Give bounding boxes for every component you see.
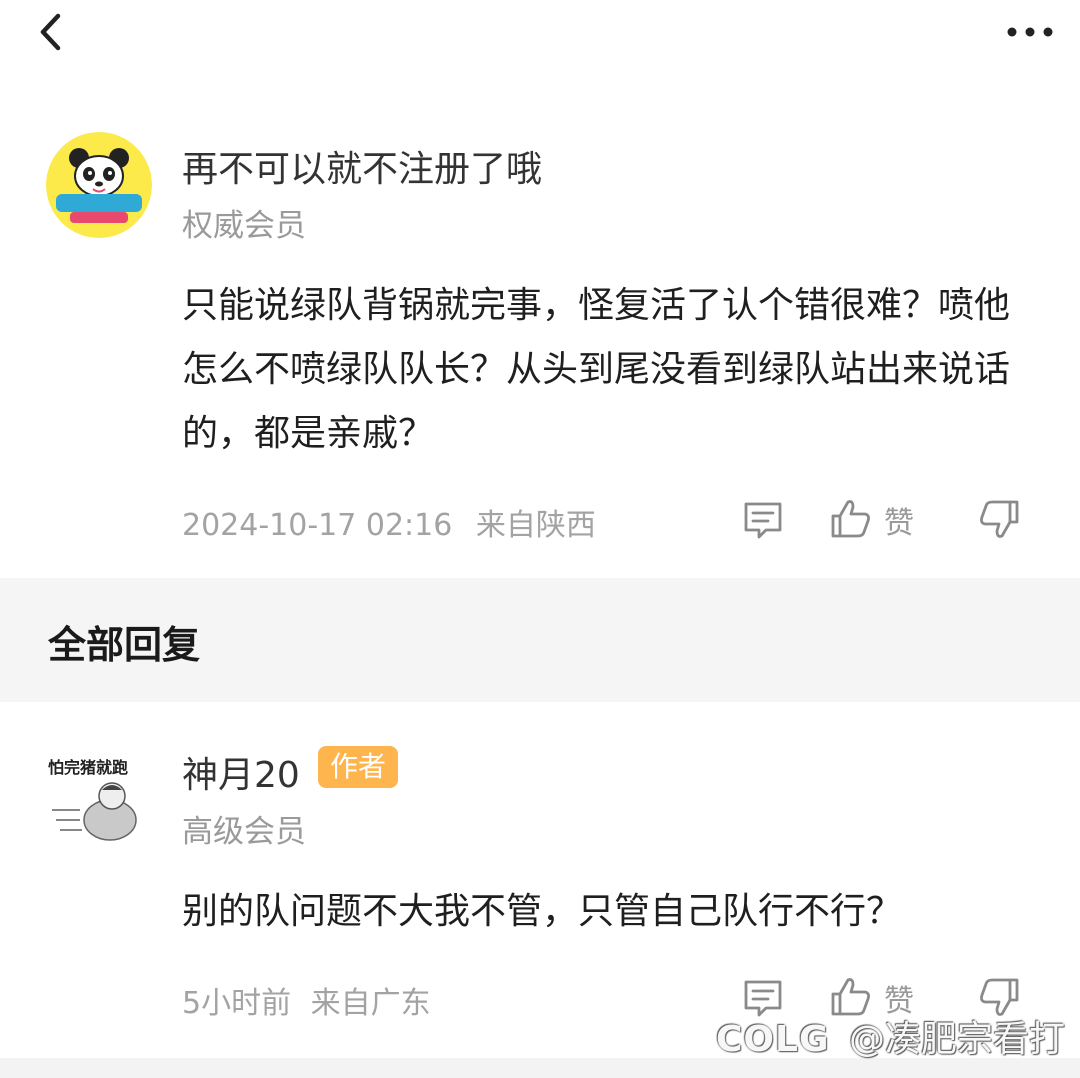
watermark-text: @凑肥宗看打 bbox=[848, 1019, 1065, 1060]
comment-meta: 2024-10-17 02:16 来自陕西 bbox=[182, 500, 596, 544]
like-button[interactable]: 赞 bbox=[828, 496, 928, 542]
author-badge: 作者 bbox=[318, 746, 399, 788]
timestamp: 2024-10-17 02:16 bbox=[182, 508, 453, 543]
chevron-left-icon bbox=[40, 13, 61, 51]
location: 来自陕西 bbox=[475, 508, 596, 543]
back-button[interactable] bbox=[30, 10, 74, 54]
watermark: COLG @凑肥宗看打 bbox=[716, 1010, 1065, 1062]
more-button[interactable] bbox=[1002, 14, 1058, 50]
panda-avatar-icon bbox=[46, 132, 152, 238]
like-label: 赞 bbox=[884, 506, 914, 541]
reply-button[interactable] bbox=[740, 496, 786, 542]
reply-meta: 5小时前 来自广东 bbox=[182, 978, 431, 1022]
comment-icon bbox=[744, 502, 782, 539]
member-level: 高级会员 bbox=[182, 814, 306, 850]
section-title: 全部回复 bbox=[48, 623, 201, 667]
timestamp: 5小时前 bbox=[182, 986, 292, 1021]
more-horizontal-icon bbox=[1007, 27, 1053, 37]
member-level: 权威会员 bbox=[182, 208, 306, 244]
comment-actions: 赞 bbox=[740, 496, 1040, 546]
thumbs-up-icon bbox=[831, 500, 870, 538]
top-bar bbox=[0, 0, 1080, 80]
comment-content: 只能说绿队背锅就完事，怪复活了认个错很难？喷他怎么不喷绿队队长？从头到尾没看到绿… bbox=[182, 285, 1011, 454]
username[interactable]: 再不可以就不注册了哦 bbox=[182, 140, 542, 192]
replies-header: 全部回复 bbox=[0, 578, 1080, 702]
thumbs-down-icon bbox=[980, 500, 1019, 538]
username[interactable]: 神月20 bbox=[182, 746, 300, 798]
avatar-caption: 怕完猪就跑 bbox=[48, 758, 129, 777]
avatar[interactable] bbox=[46, 132, 152, 238]
reply-content: 别的队问题不大我不管，只管自己队行不行？ bbox=[182, 891, 903, 932]
location: 来自广东 bbox=[310, 986, 431, 1021]
watermark-logo: COLG bbox=[716, 1019, 830, 1060]
dislike-button[interactable] bbox=[976, 496, 1022, 542]
avatar[interactable]: 怕完猪就跑 bbox=[46, 738, 152, 844]
